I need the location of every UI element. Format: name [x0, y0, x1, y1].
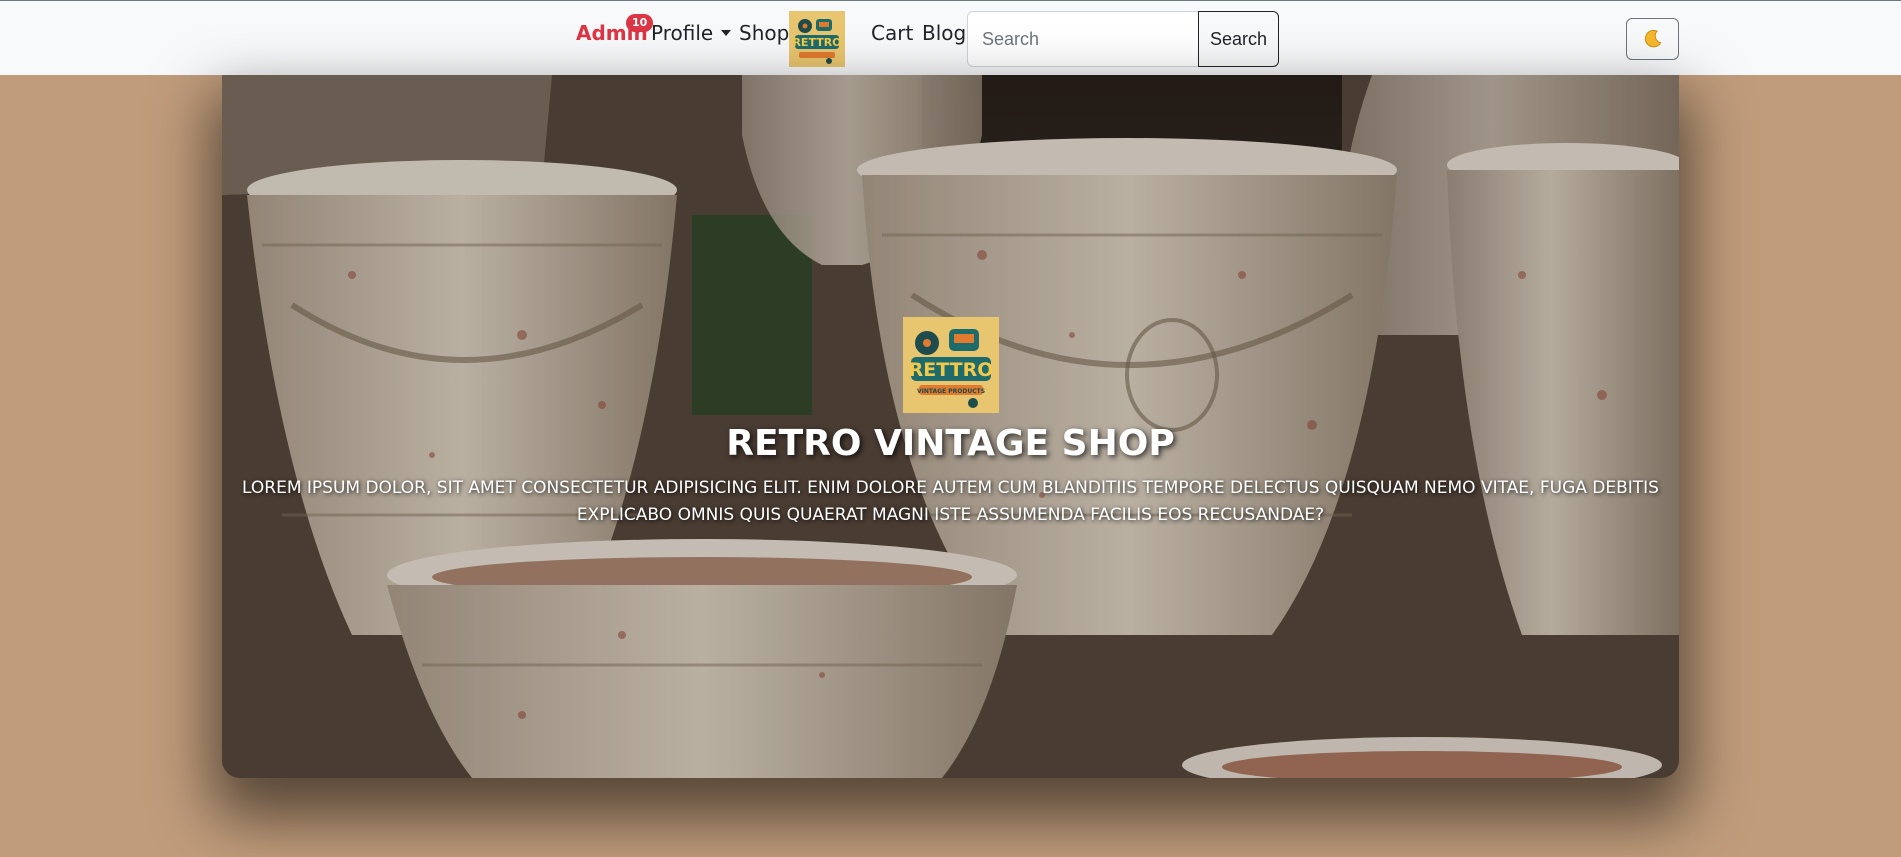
- nav-blog-link[interactable]: Blog: [922, 20, 966, 46]
- hero-description: LOREM IPSUM DOLOR, SIT AMET CONSECTETUR …: [242, 478, 1659, 525]
- hero-title: RETRO VINTAGE SHOP: [726, 423, 1175, 464]
- hero-logo-wordmark: RETTRO: [909, 359, 994, 381]
- search-input[interactable]: [967, 11, 1199, 67]
- theme-toggle-button[interactable]: [1626, 18, 1679, 60]
- moon-icon: [1644, 29, 1661, 48]
- search-button[interactable]: Search: [1198, 11, 1279, 67]
- retro-logo-icon: RETTRO VINTAGE PRODUCTS: [903, 317, 999, 413]
- brand-logo[interactable]: RETTRO: [789, 11, 845, 67]
- hero-logo: RETTRO VINTAGE PRODUCTS: [903, 317, 999, 413]
- logo-wordmark: RETTRO: [792, 36, 841, 49]
- navbar: Admin 10 Profile Shop RETTRO Cart Blog S…: [0, 0, 1901, 75]
- caret-down-icon: [721, 30, 732, 36]
- hero-banner: RETTRO VINTAGE PRODUCTS RETRO VINTAGE SH…: [222, 75, 1679, 778]
- nav-cart-link[interactable]: Cart: [871, 20, 913, 46]
- nav-shop-link[interactable]: Shop: [739, 20, 789, 46]
- nav-profile-dropdown[interactable]: Profile: [651, 20, 732, 46]
- admin-notification-badge: 10: [626, 14, 654, 32]
- retro-logo-icon: RETTRO: [789, 11, 845, 67]
- nav-profile-label: Profile: [651, 21, 714, 45]
- hero-logo-subtext: VINTAGE PRODUCTS: [917, 388, 985, 395]
